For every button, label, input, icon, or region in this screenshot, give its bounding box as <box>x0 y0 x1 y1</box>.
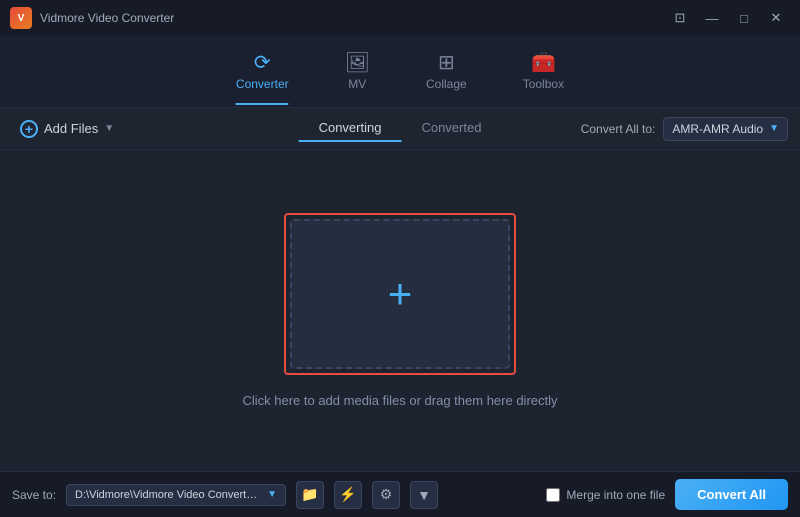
main-content: + Click here to add media files or drag … <box>0 150 800 471</box>
title-bar: V Vidmore Video Converter ⊡ — □ ✕ <box>0 0 800 36</box>
nav-tab-converter[interactable]: ⟳ Converter <box>218 47 307 97</box>
add-files-icon: + <box>20 120 38 138</box>
add-files-chevron-icon: ▼ <box>104 123 114 134</box>
toolbar-inner: + Add Files ▼ Converting Converted Conve… <box>12 108 788 149</box>
collage-label: Collage <box>426 77 467 91</box>
format-value: AMR-AMR Audio <box>672 122 763 136</box>
collage-icon: ⊞ <box>438 53 455 73</box>
save-path-text: D:\Vidmore\Vidmore Video Converter\Conve… <box>75 489 261 501</box>
settings-icon-1: ⚡ <box>339 486 356 503</box>
save-path-selector[interactable]: D:\Vidmore\Vidmore Video Converter\Conve… <box>66 484 286 506</box>
app-logo: V <box>10 7 32 29</box>
format-select[interactable]: AMR-AMR Audio ▼ <box>663 117 788 141</box>
converter-label: Converter <box>236 77 289 91</box>
tab-converted[interactable]: Converted <box>401 115 501 142</box>
mv-label: MV <box>348 77 366 91</box>
chat-button[interactable]: ⊡ <box>666 7 694 29</box>
drop-hint-text: Click here to add media files or drag th… <box>242 393 557 408</box>
folder-browse-button[interactable]: 📁 <box>296 481 324 509</box>
folder-icon: 📁 <box>301 486 318 503</box>
mv-icon: 🖼 <box>345 53 370 73</box>
tab-converting[interactable]: Converting <box>299 115 402 142</box>
nav-tab-collage[interactable]: ⊞ Collage <box>408 47 485 97</box>
title-bar-controls: ⊡ — □ ✕ <box>666 7 790 29</box>
nav-tab-toolbox[interactable]: 🧰 Toolbox <box>505 47 582 97</box>
nav-bar: ⟳ Converter 🖼 MV ⊞ Collage 🧰 Toolbox <box>0 36 800 108</box>
merge-label: Merge into one file <box>566 488 665 502</box>
merge-container: Merge into one file <box>546 488 665 502</box>
settings-icon-3: ▼ <box>417 487 431 503</box>
toolbar: + Add Files ▼ Converting Converted Conve… <box>0 108 800 150</box>
settings-button-3[interactable]: ▼ <box>410 481 438 509</box>
minimize-button[interactable]: — <box>698 7 726 29</box>
drop-zone-plus-icon: + <box>388 273 413 315</box>
maximize-button[interactable]: □ <box>730 7 758 29</box>
save-to-label: Save to: <box>12 488 56 502</box>
convert-all-to-label: Convert All to: <box>581 122 656 136</box>
title-bar-left: V Vidmore Video Converter <box>10 7 174 29</box>
settings-icon-2: ⚙ <box>380 486 393 503</box>
toolbox-label: Toolbox <box>523 77 564 91</box>
converter-icon: ⟳ <box>254 53 271 73</box>
sub-tabs: Converting Converted <box>299 115 502 142</box>
bottom-bar: Save to: D:\Vidmore\Vidmore Video Conver… <box>0 471 800 517</box>
drop-zone-wrapper: + <box>284 213 516 375</box>
convert-all-button[interactable]: Convert All <box>675 479 788 510</box>
nav-tab-mv[interactable]: 🖼 MV <box>327 47 388 97</box>
format-select-arrow-icon: ▼ <box>769 123 779 134</box>
add-files-button[interactable]: + Add Files ▼ <box>12 116 122 142</box>
save-path-arrow-icon: ▼ <box>267 489 277 500</box>
app-title: Vidmore Video Converter <box>40 11 174 25</box>
add-files-label: Add Files <box>44 121 98 136</box>
close-button[interactable]: ✕ <box>762 7 790 29</box>
settings-button-2[interactable]: ⚙ <box>372 481 400 509</box>
settings-button-1[interactable]: ⚡ <box>334 481 362 509</box>
drop-zone[interactable]: + <box>290 219 510 369</box>
toolbox-icon: 🧰 <box>531 53 556 73</box>
merge-checkbox[interactable] <box>546 488 560 502</box>
